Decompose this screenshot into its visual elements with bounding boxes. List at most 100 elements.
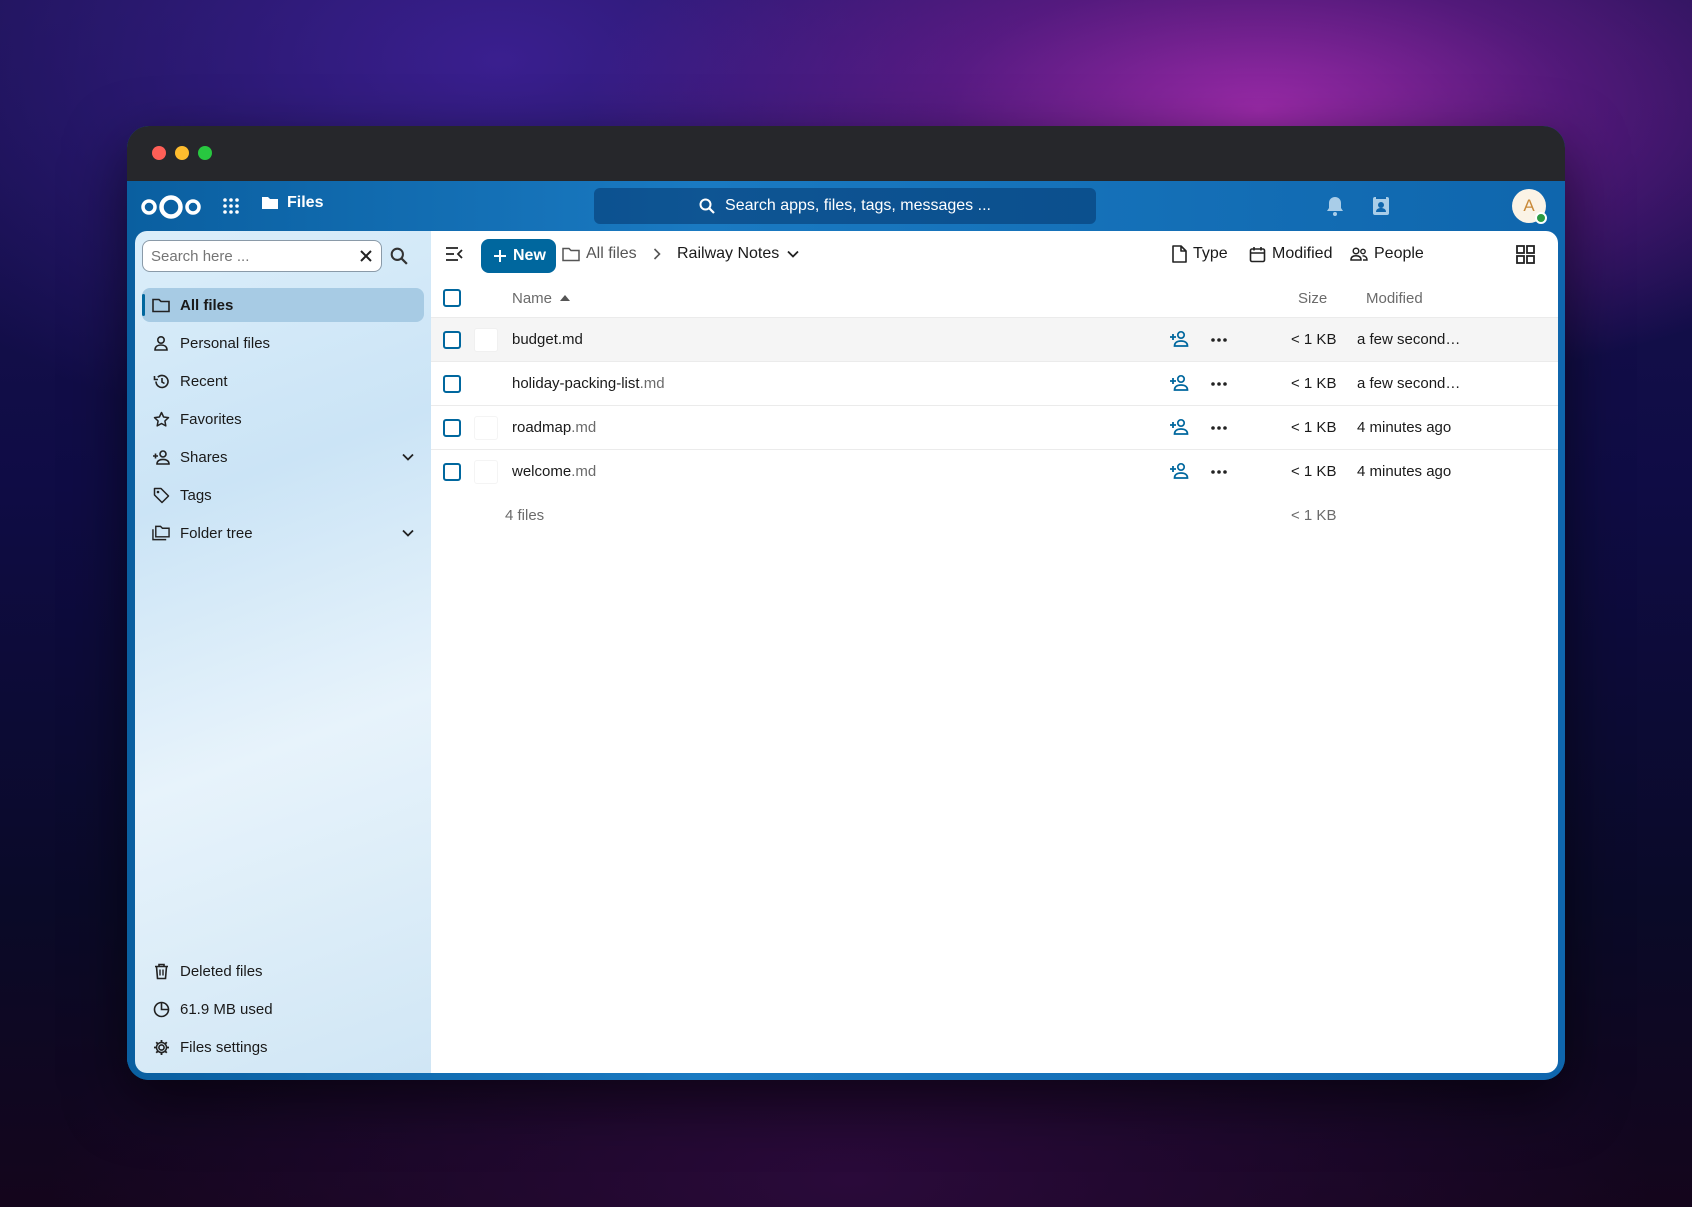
file-count: 4 files — [505, 506, 545, 524]
star-icon — [153, 411, 169, 427]
breadcrumb-label: Railway Notes — [677, 245, 780, 262]
more-actions-icon[interactable] — [1211, 470, 1227, 474]
folder-icon — [152, 298, 170, 312]
new-button-label: New — [513, 247, 546, 264]
sidebar-item-all-files[interactable]: All files — [142, 288, 424, 322]
share-person-plus-icon[interactable] — [1169, 330, 1189, 347]
filter-label: Modified — [1272, 245, 1333, 262]
sidebar-item-tags[interactable]: Tags — [142, 478, 424, 512]
contacts-icon[interactable] — [1370, 195, 1392, 217]
more-actions-icon[interactable] — [1211, 426, 1227, 430]
file-name[interactable]: budget.md — [512, 331, 583, 348]
file-name[interactable]: welcome.md — [512, 463, 596, 480]
files-table: Name Size Modified budget.md < 1 KB a fe… — [431, 279, 1558, 537]
share-person-plus-icon[interactable] — [1169, 374, 1189, 391]
sidebar-footer: Deleted files 61.9 MB used Files setting… — [142, 954, 424, 1068]
person-icon — [154, 335, 168, 351]
apps-grid-icon[interactable] — [222, 197, 240, 215]
select-all-checkbox[interactable] — [443, 289, 461, 307]
row-checkbox[interactable] — [443, 418, 461, 437]
sidebar-item-label: Personal files — [180, 334, 271, 352]
column-header-modified[interactable]: Modified — [1366, 290, 1423, 307]
chevron-down-icon[interactable] — [402, 529, 414, 537]
storage-quota[interactable]: 61.9 MB used — [142, 992, 424, 1026]
close-window-button[interactable] — [152, 146, 166, 160]
global-search-placeholder: Search apps, files, tags, messages ... — [725, 197, 991, 214]
table-row[interactable]: welcome.md < 1 KB 4 minutes ago — [431, 449, 1558, 493]
filter-people-button[interactable]: People — [1350, 245, 1424, 263]
sidebar-item-recent[interactable]: Recent — [142, 364, 424, 398]
global-search-bar[interactable]: Search apps, files, tags, messages ... — [594, 188, 1096, 224]
row-checkbox[interactable] — [443, 330, 461, 349]
sidebar-search-field[interactable] — [142, 240, 382, 272]
file-extension: .md — [571, 463, 597, 480]
row-checkbox[interactable] — [443, 462, 461, 481]
more-actions-icon[interactable] — [1211, 338, 1227, 342]
files-app-link[interactable]: Files — [261, 194, 323, 212]
filter-label: People — [1374, 245, 1424, 262]
chevron-right-icon — [653, 248, 661, 260]
share-person-plus-icon[interactable] — [1169, 462, 1189, 479]
tag-icon — [153, 487, 169, 503]
file-modified: 4 minutes ago — [1357, 463, 1452, 480]
nextcloud-logo-icon[interactable] — [140, 194, 202, 220]
storage-quota-label: 61.9 MB used — [180, 1000, 273, 1018]
filter-modified-button[interactable]: Modified — [1249, 245, 1332, 263]
file-modified: a few seconds ago — [1357, 375, 1467, 392]
people-icon — [1350, 247, 1368, 261]
sidebar-item-label: Files settings — [180, 1038, 268, 1056]
file-basename: holiday-packing-list — [512, 375, 640, 392]
online-status-badge — [1535, 212, 1547, 224]
sidebar-item-files-settings[interactable]: Files settings — [142, 1030, 424, 1064]
folder-icon — [262, 197, 278, 209]
maximize-window-button[interactable] — [198, 146, 212, 160]
search-icon — [699, 198, 715, 214]
table-row[interactable]: holiday-packing-list.md < 1 KB a few sec… — [431, 361, 1558, 405]
clear-search-icon[interactable] — [359, 249, 373, 263]
sidebar-item-label: Deleted files — [180, 962, 263, 980]
sidebar-item-label: Recent — [180, 372, 228, 390]
filter-label: Type — [1193, 245, 1228, 262]
table-row[interactable]: budget.md < 1 KB a few seconds ago — [431, 317, 1558, 361]
filter-type-button[interactable]: Type — [1172, 245, 1228, 263]
search-icon[interactable] — [390, 247, 408, 265]
browser-window: Files Search apps, files, tags, messages… — [127, 126, 1565, 1080]
column-header-size[interactable]: Size — [1298, 290, 1327, 307]
more-actions-icon[interactable] — [1211, 382, 1227, 386]
row-checkbox[interactable] — [443, 374, 461, 393]
sidebar-item-label: Shares — [180, 448, 228, 466]
chevron-down-icon — [787, 250, 799, 258]
chevron-down-icon[interactable] — [402, 453, 414, 461]
sort-by-name[interactable]: Name — [512, 289, 571, 307]
sidebar-item-deleted-files[interactable]: Deleted files — [142, 954, 424, 988]
avatar-initial: A — [1523, 196, 1535, 215]
user-avatar[interactable]: A — [1512, 189, 1547, 224]
share-person-plus-icon[interactable] — [1169, 418, 1189, 435]
total-size: < 1 KB — [1291, 506, 1337, 524]
notifications-bell-icon[interactable] — [1324, 195, 1346, 217]
files-toolbar: New All files Railway Notes Type Modifie… — [431, 231, 1558, 279]
minimize-window-button[interactable] — [175, 146, 189, 160]
new-button[interactable]: New — [481, 239, 556, 273]
sidebar-item-personal-files[interactable]: Personal files — [142, 326, 424, 360]
file-basename: roadmap — [512, 419, 572, 436]
column-header-name: Name — [512, 289, 553, 307]
sidebar-item-favorites[interactable]: Favorites — [142, 402, 424, 436]
breadcrumb-all-files[interactable]: All files — [562, 245, 661, 263]
app-name: Files — [287, 194, 324, 211]
file-name[interactable]: roadmap.md — [512, 419, 596, 436]
trash-icon — [154, 963, 168, 979]
file-name[interactable]: holiday-packing-list.md — [512, 375, 665, 392]
sidebar-item-label: Favorites — [180, 410, 242, 428]
file-icon — [1172, 245, 1187, 263]
sidebar-item-folder-tree[interactable]: Folder tree — [142, 516, 424, 550]
sidebar-item-shares[interactable]: Shares — [142, 440, 424, 474]
sidebar-item-label: All files — [180, 296, 234, 314]
sidebar-search-input[interactable] — [151, 247, 359, 265]
toggle-navigation-icon[interactable] — [445, 246, 463, 262]
file-thumbnail — [474, 459, 498, 484]
breadcrumb-railway-notes[interactable]: Railway Notes — [677, 245, 799, 263]
grid-view-icon[interactable] — [1516, 245, 1535, 264]
table-row[interactable]: roadmap.md < 1 KB 4 minutes ago — [431, 405, 1558, 449]
table-header: Name Size Modified — [431, 279, 1558, 317]
